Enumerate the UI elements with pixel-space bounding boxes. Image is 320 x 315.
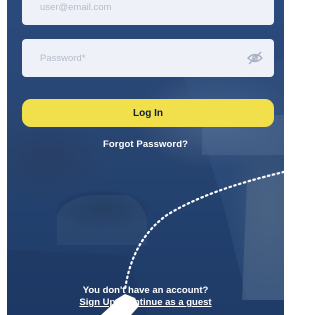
sign-up-link[interactable]: Sign Up bbox=[79, 297, 115, 308]
no-account-text: You don't have an account? bbox=[82, 285, 209, 296]
login-button[interactable]: Log In bbox=[22, 99, 274, 127]
email-field[interactable] bbox=[22, 0, 274, 25]
password-field[interactable] bbox=[22, 39, 274, 77]
forgot-password-link[interactable]: Forgot Password? bbox=[7, 139, 284, 150]
login-screen: Log In Forgot Password? You don't have a… bbox=[7, 0, 284, 315]
continue-as-guest-link[interactable]: Continue as a guest bbox=[121, 297, 211, 308]
password-input[interactable] bbox=[40, 39, 230, 77]
footer-links: Sign Up Continue as a guest bbox=[7, 297, 284, 308]
eye-off-icon[interactable] bbox=[246, 50, 264, 66]
email-input[interactable] bbox=[40, 0, 230, 25]
